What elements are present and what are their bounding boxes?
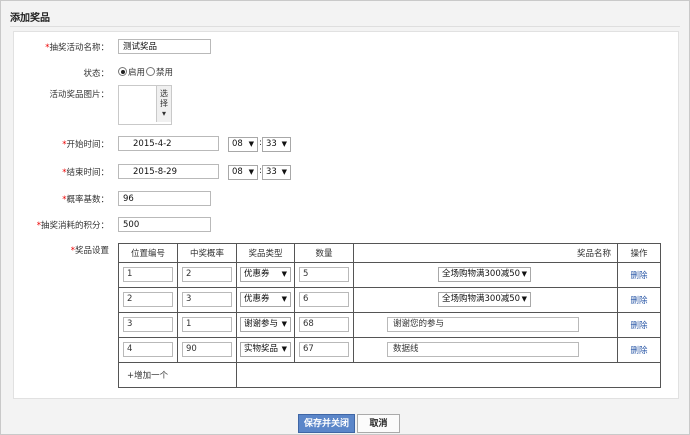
image-select-button[interactable]: 选择 ▾ bbox=[156, 86, 171, 122]
prize-name-select[interactable]: 全场购物满300减50 ▼ bbox=[438, 292, 531, 307]
chevron-down-icon: ▼ bbox=[521, 270, 527, 278]
delete-link[interactable]: 删除 bbox=[617, 337, 661, 363]
end-hour-select[interactable]: 08 ▼ bbox=[228, 165, 258, 180]
cancel-button[interactable]: 取消 bbox=[357, 414, 400, 433]
delete-link[interactable]: 删除 bbox=[617, 287, 661, 313]
qty-input[interactable]: 6 bbox=[299, 292, 349, 307]
type-select[interactable]: 优惠券 ▼ bbox=[240, 292, 291, 307]
col-name: 奖品名称 bbox=[353, 243, 618, 263]
probability-base-input[interactable]: 96 bbox=[118, 191, 211, 206]
chevron-down-icon: ▼ bbox=[281, 295, 287, 303]
col-position: 位置编号 bbox=[118, 243, 178, 263]
position-input[interactable]: 1 bbox=[123, 267, 173, 282]
end-minute-select[interactable]: 33 ▼ bbox=[262, 165, 291, 180]
type-select[interactable]: 谢谢参与 ▼ bbox=[240, 317, 291, 332]
probability-input[interactable]: 2 bbox=[182, 267, 232, 282]
end-date-input[interactable]: 2015-8-29 bbox=[118, 164, 219, 179]
divider bbox=[10, 26, 680, 27]
chevron-down-icon: ▼ bbox=[281, 270, 287, 278]
prize-name-input[interactable]: 谢谢您的参与 bbox=[387, 317, 579, 332]
type-select[interactable]: 实物奖品 ▼ bbox=[240, 342, 291, 357]
probability-input[interactable]: 90 bbox=[182, 342, 232, 357]
table-row: 4 90 实物奖品 ▼ 67 数据线 删除 bbox=[118, 337, 661, 363]
position-input[interactable]: 3 bbox=[123, 317, 173, 332]
delete-link[interactable]: 删除 bbox=[617, 312, 661, 338]
status-disabled-radio[interactable]: 禁用 bbox=[146, 66, 173, 78]
probability-input[interactable]: 1 bbox=[182, 317, 232, 332]
image-label: 活动奖品图片： bbox=[49, 90, 109, 100]
probability-input[interactable]: 3 bbox=[182, 292, 232, 307]
prize-settings-label: *奖品设置 bbox=[70, 246, 109, 256]
probability-base-label: *概率基数： bbox=[62, 195, 109, 205]
prize-table: 位置编号 中奖概率 奖品类型 数量 奖品名称 操作 1 2 优惠券 ▼ 5 全场购… bbox=[118, 243, 661, 388]
points-cost-input[interactable]: 500 bbox=[118, 217, 211, 232]
chevron-down-icon: ▼ bbox=[521, 295, 527, 303]
start-minute-select[interactable]: 33 ▼ bbox=[262, 137, 291, 152]
table-row: 3 1 谢谢参与 ▼ 68 谢谢您的参与 删除 bbox=[118, 312, 661, 338]
save-close-button[interactable]: 保存并关闭 bbox=[298, 414, 355, 433]
prize-name-select[interactable]: 全场购物满300减50 ▼ bbox=[438, 267, 531, 282]
position-input[interactable]: 2 bbox=[123, 292, 173, 307]
end-time-label: *结束时间： bbox=[62, 168, 109, 178]
chevron-down-icon: ▼ bbox=[248, 140, 254, 148]
chevron-down-icon: ▼ bbox=[281, 140, 287, 148]
qty-input[interactable]: 68 bbox=[299, 317, 349, 332]
start-date-input[interactable]: 2015-4-2 bbox=[118, 136, 219, 151]
page-title: 添加奖品 bbox=[10, 13, 50, 24]
points-cost-label: *抽奖消耗的积分： bbox=[36, 221, 109, 231]
position-input[interactable]: 4 bbox=[123, 342, 173, 357]
type-select[interactable]: 优惠券 ▼ bbox=[240, 267, 291, 282]
radio-checked-icon bbox=[118, 67, 127, 76]
qty-input[interactable]: 67 bbox=[299, 342, 349, 357]
start-hour-select[interactable]: 08 ▼ bbox=[228, 137, 258, 152]
start-time-label: *开始时间： bbox=[62, 140, 109, 150]
table-header-row: 位置编号 中奖概率 奖品类型 数量 奖品名称 操作 bbox=[118, 243, 661, 263]
prize-name-input[interactable]: 数据线 bbox=[387, 342, 579, 357]
table-row: 1 2 优惠券 ▼ 5 全场购物满300减50 ▼ 删除 bbox=[118, 262, 661, 288]
image-picker[interactable]: 选择 ▾ bbox=[118, 85, 172, 125]
radio-unchecked-icon bbox=[146, 67, 155, 76]
chevron-down-icon: ▼ bbox=[248, 168, 254, 176]
add-prize-button[interactable]: +增加一个 bbox=[127, 371, 168, 381]
delete-link[interactable]: 删除 bbox=[617, 262, 661, 288]
activity-name-label: *抽奖活动名称： bbox=[45, 43, 109, 53]
col-qty: 数量 bbox=[294, 243, 354, 263]
status-enabled-radio[interactable]: 启用 bbox=[118, 66, 145, 78]
chevron-down-icon: ▼ bbox=[281, 320, 287, 328]
chevron-down-icon: ▾ bbox=[161, 109, 166, 118]
col-type: 奖品类型 bbox=[236, 243, 295, 263]
chevron-down-icon: ▼ bbox=[281, 345, 287, 353]
qty-input[interactable]: 5 bbox=[299, 267, 349, 282]
add-row: +增加一个 bbox=[118, 362, 661, 388]
activity-name-input[interactable]: 测试奖品 bbox=[118, 39, 211, 54]
col-action: 操作 bbox=[617, 243, 661, 263]
chevron-down-icon: ▼ bbox=[281, 168, 287, 176]
col-probability: 中奖概率 bbox=[177, 243, 237, 263]
status-label: 状态： bbox=[83, 69, 109, 79]
table-row: 2 3 优惠券 ▼ 6 全场购物满300减50 ▼ 删除 bbox=[118, 287, 661, 313]
